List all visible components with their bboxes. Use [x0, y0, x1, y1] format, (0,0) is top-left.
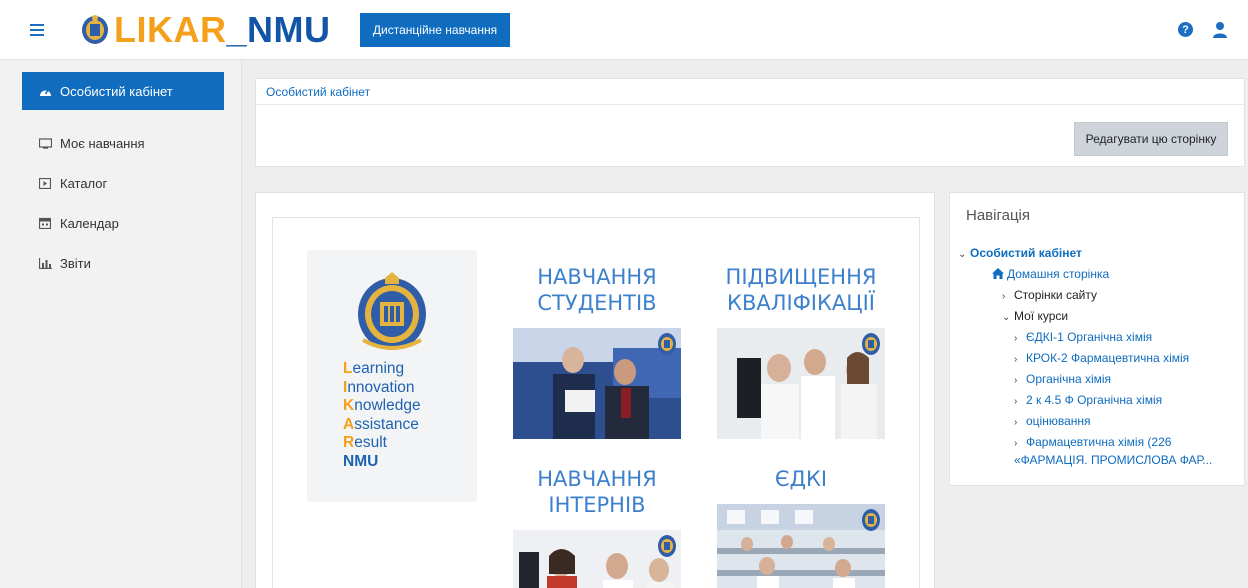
emblem-icon — [862, 333, 880, 355]
drawer-item-calendar[interactable]: Календар — [22, 204, 224, 242]
emblem-icon — [658, 535, 676, 557]
user-icon[interactable] — [1212, 21, 1228, 38]
edit-page-button[interactable]: Редагувати цю сторінку — [1074, 122, 1228, 156]
university-emblem-icon — [358, 272, 426, 350]
acronym-nmu: NMU — [343, 452, 379, 470]
drawer-item-label: Особистий кабінет — [60, 83, 173, 99]
tile-interns-image[interactable] — [513, 530, 681, 588]
emblem-icon — [82, 15, 108, 44]
acronym-line: Result — [343, 434, 387, 451]
chart-icon — [38, 257, 52, 269]
likar-acronym: Learning Innovation Knowledge Assistance… — [343, 360, 421, 471]
calendar-icon — [38, 217, 52, 229]
chevron-right-icon: › — [1014, 354, 1018, 365]
chevron-right-icon: › — [1014, 438, 1018, 449]
navigation-block-title: Навігація — [966, 207, 1031, 224]
chevron-right-icon: › — [1014, 333, 1018, 344]
main-content: Learning Innovation Knowledge Assistance… — [255, 192, 935, 588]
tile-students-title[interactable]: НАВЧАННЯ СТУДЕНТІВ — [513, 264, 681, 316]
drawer-item-label: Календар — [60, 215, 119, 231]
site-logo[interactable]: LIKAR_NMU — [80, 9, 331, 50]
tile-students-image[interactable] — [513, 328, 681, 439]
likar-info-panel: Learning Innovation Knowledge Assistance… — [307, 250, 477, 502]
drawer-item-label: Звіти — [60, 255, 91, 271]
square-play-icon — [38, 177, 52, 189]
nav-course-item[interactable]: › Фармацевтична хімія (226 — [1014, 434, 1171, 452]
acronym-line: Assistance — [343, 415, 419, 433]
chevron-right-icon: › — [1002, 291, 1006, 302]
nav-course-item[interactable]: › 2 к 4.5 Ф Органічна хімія — [1014, 392, 1162, 410]
top-navbar: LIKAR_NMU Дистанційне навчання ? — [0, 0, 1248, 60]
logo-text-nmu: _NMU — [226, 9, 331, 50]
nav-course-item[interactable]: › ЄДКІ-1 Органічна хімія — [1014, 329, 1152, 347]
tile-edki-image[interactable] — [717, 504, 885, 588]
nav-course-item-continued[interactable]: «ФАРМАЦІЯ. ПРОМИСЛОВА ФАР... — [1014, 452, 1212, 468]
logo-text-likar: LIKAR — [114, 9, 227, 50]
nav-item-dashboard[interactable]: ⌄ Особистий кабінет — [958, 245, 1082, 263]
nav-item-site-pages[interactable]: › Сторінки сайту — [1002, 287, 1097, 305]
emblem-icon — [862, 509, 880, 531]
chevron-right-icon: › — [1014, 417, 1018, 428]
tile-qualification-title[interactable]: ПІДВИЩЕННЯ КВАЛІФІКАЦІЇ — [717, 264, 885, 316]
nav-item-home[interactable]: Домашня сторінка — [992, 266, 1109, 282]
left-drawer: Особистий кабінет Моє навчання Каталог К… — [0, 60, 242, 588]
drawer-item-reports[interactable]: Звіти — [22, 244, 224, 282]
breadcrumb-item-dashboard[interactable]: Особистий кабінет — [266, 85, 370, 99]
navigation-block: Навігація ⌄ Особистий кабінет Домашня сто… — [949, 192, 1245, 486]
tile-interns-title[interactable]: НАВЧАННЯ ІНТЕРНІВ — [513, 466, 681, 518]
home-icon — [992, 268, 1004, 279]
tile-edki-title[interactable]: ЄДКІ — [717, 466, 885, 492]
breadcrumb: Особистий кабінет — [256, 79, 1244, 105]
drawer-item-label: Каталог — [60, 175, 108, 191]
drawer-item-dashboard[interactable]: Особистий кабінет — [22, 72, 224, 110]
tv-icon — [38, 137, 52, 149]
course-tiles-block: Learning Innovation Knowledge Assistance… — [272, 217, 920, 588]
nav-course-item[interactable]: › оцінювання — [1014, 413, 1091, 431]
tile-qualification-image[interactable] — [717, 328, 885, 439]
drawer-item-catalog[interactable]: Каталог — [22, 164, 224, 202]
page-header: Особистий кабінет Редагувати цю сторінку — [255, 78, 1245, 167]
distance-learning-link[interactable]: Дистанційне навчання — [360, 13, 510, 47]
chevron-right-icon: › — [1014, 396, 1018, 407]
nav-course-item[interactable]: › КРОК-2 Фармацевтична хімія — [1014, 350, 1189, 368]
acronym-line: Knowledge — [343, 397, 421, 414]
emblem-icon — [658, 333, 676, 355]
hamburger-icon[interactable] — [30, 24, 44, 36]
chevron-down-icon: ⌄ — [1002, 312, 1011, 323]
drawer-item-label: Моє навчання — [60, 135, 145, 151]
nav-item-my-courses[interactable]: ⌄ Мої курси — [1002, 308, 1068, 326]
drawer-item-my-learning[interactable]: Моє навчання — [22, 124, 224, 162]
dashboard-icon — [38, 85, 52, 97]
question-circle-icon[interactable]: ? — [1178, 22, 1193, 37]
nav-course-item[interactable]: › Органічна хімія — [1014, 371, 1111, 389]
chevron-right-icon: › — [1014, 375, 1018, 386]
chevron-down-icon: ⌄ — [958, 249, 967, 260]
acronym-line: Learning — [343, 360, 405, 377]
acronym-line: Innovation — [343, 378, 415, 396]
